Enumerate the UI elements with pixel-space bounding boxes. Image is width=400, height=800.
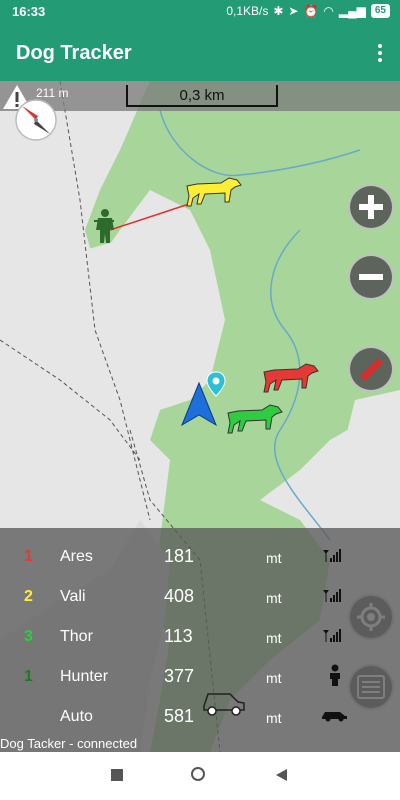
status-icons: 0,1KB/s ✱ ➤ ⏰ ◠ ▂▄▆ 65 (226, 4, 390, 18)
item-name: Vali (60, 588, 86, 605)
item-number: 1 (24, 548, 33, 565)
measure-button[interactable] (348, 346, 394, 392)
item-distance: 377 (164, 666, 195, 686)
status-bar: 16:33 0,1KB/s ✱ ➤ ⏰ ◠ ▂▄▆ 65 (0, 0, 400, 24)
person-icon (330, 664, 340, 686)
battery-icon: 65 (370, 4, 390, 18)
car-icon (322, 712, 347, 722)
overflow-menu-icon[interactable] (378, 44, 382, 65)
item-distance: 113 (164, 626, 193, 646)
hunter-marker[interactable] (92, 208, 118, 244)
compass-icon[interactable] (14, 98, 58, 142)
zoom-in-button[interactable] (348, 184, 394, 230)
alarm-icon: ⏰ (303, 4, 319, 18)
item-unit: mt (266, 630, 282, 646)
item-unit: mt (266, 710, 282, 726)
bluetooth-icon: ✱ (273, 4, 284, 18)
item-unit: mt (266, 590, 282, 606)
system-nav-bar (0, 752, 400, 800)
connection-status: Dog Tacker - connected (0, 736, 138, 751)
item-number: 1 (24, 668, 33, 685)
scale-label: 0,3 km (179, 87, 225, 104)
cell-signal-icon: ▂▄▆ (338, 4, 366, 18)
signal-icon (323, 549, 341, 562)
list-item[interactable]: 1 Ares 181 mt (0, 536, 341, 576)
list-item[interactable]: 3 Thor 113 mt (0, 616, 341, 656)
app-bar: Dog Tracker (0, 24, 400, 81)
item-name: Auto (60, 708, 93, 725)
app-title: Dog Tracker (16, 42, 132, 64)
minus-icon (359, 274, 383, 280)
item-unit: mt (266, 550, 282, 566)
list-item[interactable]: 1 Hunter 377 mt (0, 656, 340, 696)
item-unit: mt (266, 670, 282, 686)
clock: 16:33 (12, 4, 46, 19)
item-distance: 408 (164, 586, 195, 606)
recents-icon[interactable] (111, 769, 123, 781)
location-pin-icon (206, 371, 226, 397)
list-item[interactable]: 2 Vali 408 mt (0, 576, 341, 616)
zoom-out-button[interactable] (348, 254, 394, 300)
dog-marker-thor[interactable] (226, 401, 284, 437)
location-icon: ➤ (288, 4, 299, 18)
signal-icon (323, 589, 341, 602)
plus-icon (359, 195, 383, 219)
dog-marker-vali[interactable] (185, 174, 243, 210)
item-distance: 181 (164, 546, 195, 566)
item-number: 2 (24, 588, 33, 605)
dog-marker-ares[interactable] (262, 360, 320, 396)
vehicle-marker-icon[interactable] (200, 688, 248, 718)
scale-bar: 0,3 km (126, 85, 278, 107)
item-name: Thor (60, 628, 93, 645)
back-icon[interactable] (274, 768, 288, 782)
network-speed: 0,1KB/s (226, 4, 269, 18)
signal-icon (323, 629, 341, 642)
item-name: Ares (60, 548, 93, 565)
ruler-icon (360, 358, 383, 381)
item-name: Hunter (60, 668, 109, 685)
tracking-panel: 1 Ares 181 mt 2 Vali 408 mt 3 Thor 113 m… (0, 528, 400, 752)
item-distance: 581 (164, 706, 195, 726)
item-number: 3 (24, 628, 33, 645)
home-icon[interactable] (191, 767, 205, 781)
list-item[interactable]: Auto 581 mt (0, 696, 347, 736)
wifi-icon: ◠ (323, 4, 334, 18)
